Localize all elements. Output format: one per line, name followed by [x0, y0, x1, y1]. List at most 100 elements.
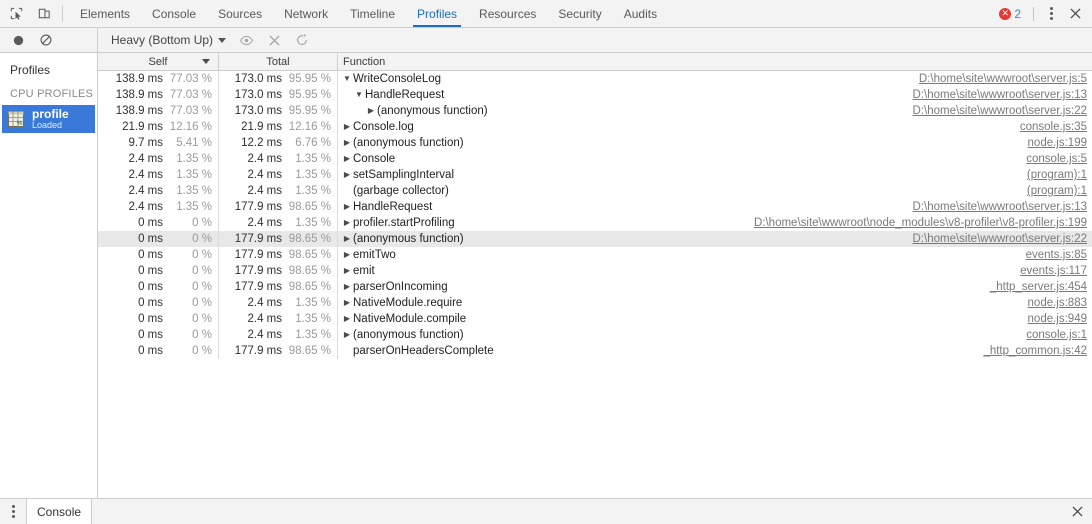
- table-row[interactable]: 2.4 ms 1.35 % 2.4 ms 1.35 % ▶ setSamplingInte…: [98, 167, 1092, 183]
- column-header-label: Function: [343, 55, 386, 68]
- source-link[interactable]: D:\home\site\wwwroot\server.js:13: [899, 89, 1092, 101]
- source-link[interactable]: events.js:85: [1012, 249, 1092, 261]
- column-header-total[interactable]: Total: [219, 53, 338, 70]
- function-name: NativeModule.require: [353, 297, 463, 309]
- drawer-tab-console[interactable]: Console: [26, 499, 93, 524]
- function-name: profiler.startProfiling: [353, 217, 455, 229]
- table-row[interactable]: 0 ms 0 % 177.9 ms 98.65 % ▶ parserOnIncoming _…: [98, 279, 1092, 295]
- column-header-function[interactable]: Function: [338, 53, 1092, 70]
- disclosure-collapsed-icon[interactable]: ▶: [341, 123, 353, 131]
- cell-self: 2.4 ms 1.35 %: [98, 183, 219, 199]
- disclosure-collapsed-icon[interactable]: ▶: [341, 219, 353, 227]
- table-row[interactable]: 0 ms 0 % 177.9 ms 98.65 % ▶ emitTwo events.js:…: [98, 247, 1092, 263]
- self-time: 138.9 ms: [115, 105, 163, 117]
- inspect-cursor-icon[interactable]: [2, 0, 30, 27]
- table-row[interactable]: 138.9 ms 77.03 % 173.0 ms 95.95 % ▶ (anonymou…: [98, 103, 1092, 119]
- source-link[interactable]: node.js:199: [1014, 137, 1092, 149]
- source-link[interactable]: node.js:949: [1014, 313, 1092, 325]
- table-row[interactable]: 0 ms 0 % 177.9 ms 98.65 % ▶ emit events.js:117: [98, 263, 1092, 279]
- table-row[interactable]: 0 ms 0 % 2.4 ms 1.35 % ▶ (anonymous function)…: [98, 327, 1092, 343]
- table-row[interactable]: 0 ms 0 % 177.9 ms 98.65 % parserOnHeadersCom…: [98, 343, 1092, 359]
- sidebar-item-profile[interactable]: % profile Loaded: [2, 105, 95, 134]
- record-button[interactable]: [4, 28, 32, 52]
- tab-security[interactable]: Security: [547, 0, 612, 27]
- table-row[interactable]: 0 ms 0 % 2.4 ms 1.35 % ▶ NativeModule.require…: [98, 295, 1092, 311]
- disclosure-collapsed-icon[interactable]: ▶: [341, 331, 353, 339]
- table-row[interactable]: 0 ms 0 % 2.4 ms 1.35 % ▶ NativeModule.compile…: [98, 311, 1092, 327]
- tab-timeline[interactable]: Timeline: [339, 0, 406, 27]
- disclosure-collapsed-icon[interactable]: ▶: [341, 155, 353, 163]
- device-toolbar-icon[interactable]: [30, 0, 58, 27]
- kebab-menu-icon[interactable]: [1040, 3, 1062, 25]
- disclosure-expanded-icon[interactable]: ▼: [341, 75, 353, 83]
- refresh-icon[interactable]: [289, 29, 315, 51]
- close-icon[interactable]: [1062, 3, 1088, 25]
- source-link[interactable]: D:\home\site\wwwroot\node_modules\v8-pro…: [740, 217, 1092, 229]
- source-link[interactable]: node.js:883: [1014, 297, 1092, 309]
- disclosure-expanded-icon[interactable]: ▼: [353, 91, 365, 99]
- disclosure-collapsed-icon[interactable]: ▶: [341, 139, 353, 147]
- sidebar-item-status: Loaded: [32, 119, 63, 130]
- view-mode-select[interactable]: Heavy (Bottom Up): [106, 30, 231, 50]
- source-link[interactable]: D:\home\site\wwwroot\server.js:5: [905, 73, 1092, 85]
- tab-network[interactable]: Network: [273, 0, 339, 27]
- table-row[interactable]: 0 ms 0 % 2.4 ms 1.35 % ▶ profiler.startProfil…: [98, 215, 1092, 231]
- x-icon[interactable]: [261, 29, 287, 51]
- table-row[interactable]: 138.9 ms 77.03 % 173.0 ms 95.95 % ▼ HandleReq…: [98, 87, 1092, 103]
- disclosure-collapsed-icon[interactable]: ▶: [341, 283, 353, 291]
- sidebar-item-text: profile Loaded: [32, 108, 69, 130]
- source-link[interactable]: events.js:117: [1006, 265, 1092, 277]
- tab-console[interactable]: Console: [141, 0, 207, 27]
- cell-function: ▶ (anonymous function) D:\home\site\wwwroo…: [338, 103, 1092, 119]
- table-row[interactable]: 2.4 ms 1.35 % 2.4 ms 1.35 % ▶ Console console.…: [98, 151, 1092, 167]
- total-percent: 98.65 %: [288, 201, 331, 213]
- disclosure-collapsed-icon[interactable]: ▶: [341, 235, 353, 243]
- source-link[interactable]: console.js:1: [1012, 329, 1092, 341]
- table-row[interactable]: 21.9 ms 12.16 % 21.9 ms 12.16 % ▶ Console.log…: [98, 119, 1092, 135]
- self-time: 138.9 ms: [115, 89, 163, 101]
- disclosure-collapsed-icon[interactable]: ▶: [341, 203, 353, 211]
- source-link[interactable]: (program):1: [1013, 169, 1092, 181]
- disclosure-collapsed-icon[interactable]: ▶: [341, 171, 353, 179]
- table-row[interactable]: 0 ms 0 % 177.9 ms 98.65 % ▶ (anonymous functi…: [98, 231, 1092, 247]
- cell-self: 138.9 ms 77.03 %: [98, 71, 219, 87]
- profile-grid-icon: %: [6, 109, 26, 129]
- table-row[interactable]: 9.7 ms 5.41 % 12.2 ms 6.76 % ▶ (anonymous fun…: [98, 135, 1092, 151]
- cell-total: 177.9 ms 98.65 %: [219, 231, 338, 247]
- disclosure-collapsed-icon[interactable]: ▶: [341, 299, 353, 307]
- error-count-badge[interactable]: ✕ 2: [993, 7, 1027, 21]
- column-header-self[interactable]: Self: [98, 53, 219, 70]
- source-link[interactable]: console.js:5: [1012, 153, 1092, 165]
- source-link[interactable]: _http_server.js:454: [976, 281, 1092, 293]
- view-mode-label: Heavy (Bottom Up): [111, 33, 214, 47]
- close-icon[interactable]: [1062, 506, 1092, 517]
- sidebar-item-label: profile: [32, 107, 69, 121]
- disclosure-collapsed-icon[interactable]: ▶: [341, 267, 353, 275]
- source-link[interactable]: D:\home\site\wwwroot\server.js:13: [899, 201, 1092, 213]
- table-row[interactable]: 2.4 ms 1.35 % 177.9 ms 98.65 % ▶ HandleReques…: [98, 199, 1092, 215]
- clear-button[interactable]: [32, 28, 60, 52]
- source-link[interactable]: _http_common.js:42: [969, 345, 1092, 357]
- disclosure-collapsed-icon[interactable]: ▶: [365, 107, 377, 115]
- tab-audits[interactable]: Audits: [613, 0, 668, 27]
- tab-resources[interactable]: Resources: [468, 0, 547, 27]
- tab-profiles[interactable]: Profiles: [406, 0, 468, 27]
- source-link[interactable]: console.js:35: [1006, 121, 1092, 133]
- tab-elements[interactable]: Elements: [69, 0, 141, 27]
- tab-sources[interactable]: Sources: [207, 0, 273, 27]
- total-time: 2.4 ms: [247, 297, 282, 309]
- table-row[interactable]: 138.9 ms 77.03 % 173.0 ms 95.95 % ▼ WriteCons…: [98, 71, 1092, 87]
- error-count-label: 2: [1014, 6, 1021, 21]
- disclosure-collapsed-icon[interactable]: ▶: [341, 315, 353, 323]
- total-percent: 1.35 %: [295, 313, 331, 325]
- table-row[interactable]: 2.4 ms 1.35 % 2.4 ms 1.35 % (garbage collect…: [98, 183, 1092, 199]
- function-name: (anonymous function): [377, 105, 488, 117]
- kebab-menu-icon[interactable]: [0, 499, 26, 524]
- cell-total: 177.9 ms 98.65 %: [219, 263, 338, 279]
- eye-icon[interactable]: [233, 29, 259, 51]
- source-link[interactable]: D:\home\site\wwwroot\server.js:22: [899, 233, 1092, 245]
- cell-self: 2.4 ms 1.35 %: [98, 151, 219, 167]
- source-link[interactable]: D:\home\site\wwwroot\server.js:22: [899, 105, 1092, 117]
- source-link[interactable]: (program):1: [1013, 185, 1092, 197]
- disclosure-collapsed-icon[interactable]: ▶: [341, 251, 353, 259]
